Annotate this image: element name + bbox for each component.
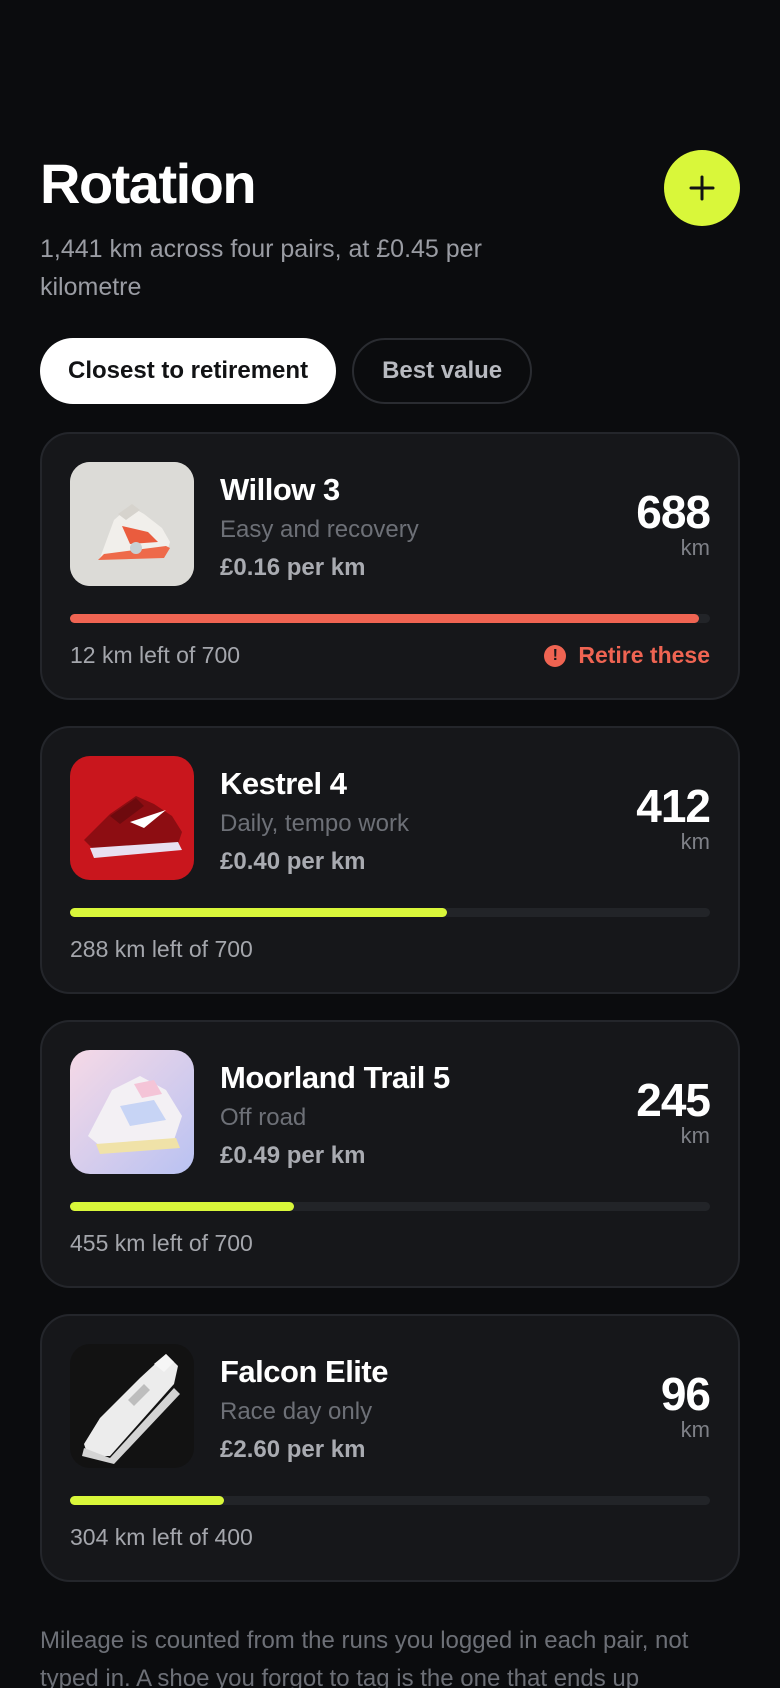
header: Rotation 1,441 km across four pairs, at …: [40, 0, 740, 306]
km-remaining-text: 304 km left of 400: [70, 1524, 253, 1550]
shoe-km-total: 96: [660, 1368, 711, 1420]
mileage-progress-track: [70, 1496, 710, 1505]
plus-icon: [689, 175, 715, 201]
filter-best-value[interactable]: Best value: [352, 338, 533, 404]
rotation-screen: Rotation 1,441 km across four pairs, at …: [0, 0, 780, 1688]
red-running-shoe-image: [70, 756, 194, 880]
add-shoe-button[interactable]: [664, 150, 740, 226]
shoe-cost-per-km: £0.49 per km: [220, 1142, 366, 1169]
shoe-usage: Daily, tempo work: [220, 810, 409, 837]
shoe-thumbnail: [70, 1050, 194, 1174]
shoe-cost-per-km: £0.16 per km: [220, 554, 366, 581]
shoe-usage: Off road: [220, 1104, 307, 1131]
mileage-progress-fill: [70, 614, 700, 623]
shoe-km-unit: km: [680, 1417, 710, 1442]
white-orange-sneaker-image: [70, 462, 194, 586]
shoe-card[interactable]: Kestrel 4 Daily, tempo work £0.40 per km…: [40, 726, 740, 994]
shoe-name: Willow 3: [220, 472, 340, 507]
page-subtitle: 1,441 km across four pairs, at £0.45 per…: [40, 235, 482, 301]
shoe-km-total: 412: [636, 780, 711, 832]
shoe-name: Moorland Trail 5: [220, 1060, 450, 1095]
shoe-km-unit: km: [680, 535, 710, 560]
sort-filters: Closest to retirement Best value: [40, 338, 740, 404]
km-remaining-text: 288 km left of 700: [70, 936, 253, 962]
white-low-sneaker-image: [70, 1344, 194, 1468]
km-remaining-text: 455 km left of 700: [70, 1230, 253, 1256]
shoe-card[interactable]: Falcon Elite Race day only £2.60 per km …: [40, 1314, 740, 1582]
alert-icon: !: [544, 644, 567, 667]
mileage-progress-fill: [70, 1496, 224, 1505]
mileage-progress-fill: [70, 1202, 294, 1211]
shoe-card[interactable]: Willow 3 Easy and recovery £0.16 per km …: [40, 432, 740, 700]
page-title: Rotation: [40, 152, 257, 215]
shoe-card[interactable]: Moorland Trail 5 Off road £0.49 per km 2…: [40, 1020, 740, 1288]
retire-warning-label: Retire these: [578, 642, 710, 668]
mileage-progress-track: [70, 614, 710, 623]
shoe-km-total: 245: [636, 1074, 711, 1126]
pastel-sneaker-image: [70, 1050, 194, 1174]
shoe-km-unit: km: [680, 829, 710, 854]
mileage-footnote: Mileage is counted from the runs you log…: [40, 1627, 689, 1688]
shoe-name: Falcon Elite: [220, 1354, 388, 1389]
shoe-thumbnail: [70, 756, 194, 880]
shoe-list: Willow 3 Easy and recovery £0.16 per km …: [40, 432, 740, 1582]
shoe-usage: Race day only: [220, 1398, 373, 1425]
mileage-progress-track: [70, 908, 710, 917]
mileage-progress-fill: [70, 908, 447, 917]
shoe-cost-per-km: £2.60 per km: [220, 1436, 366, 1463]
shoe-cost-per-km: £0.40 per km: [220, 848, 366, 875]
shoe-thumbnail: [70, 1344, 194, 1468]
shoe-km-unit: km: [680, 1123, 710, 1148]
mileage-progress-track: [70, 1202, 710, 1211]
shoe-name: Kestrel 4: [220, 766, 347, 801]
km-remaining-text: 12 km left of 700: [70, 642, 241, 668]
filter-closest-to-retirement[interactable]: Closest to retirement: [40, 338, 337, 404]
shoe-thumbnail: [70, 462, 194, 586]
shoe-usage: Easy and recovery: [220, 516, 419, 543]
retire-warning: ! Retire these: [544, 642, 710, 669]
shoe-km-total: 688: [636, 486, 711, 538]
